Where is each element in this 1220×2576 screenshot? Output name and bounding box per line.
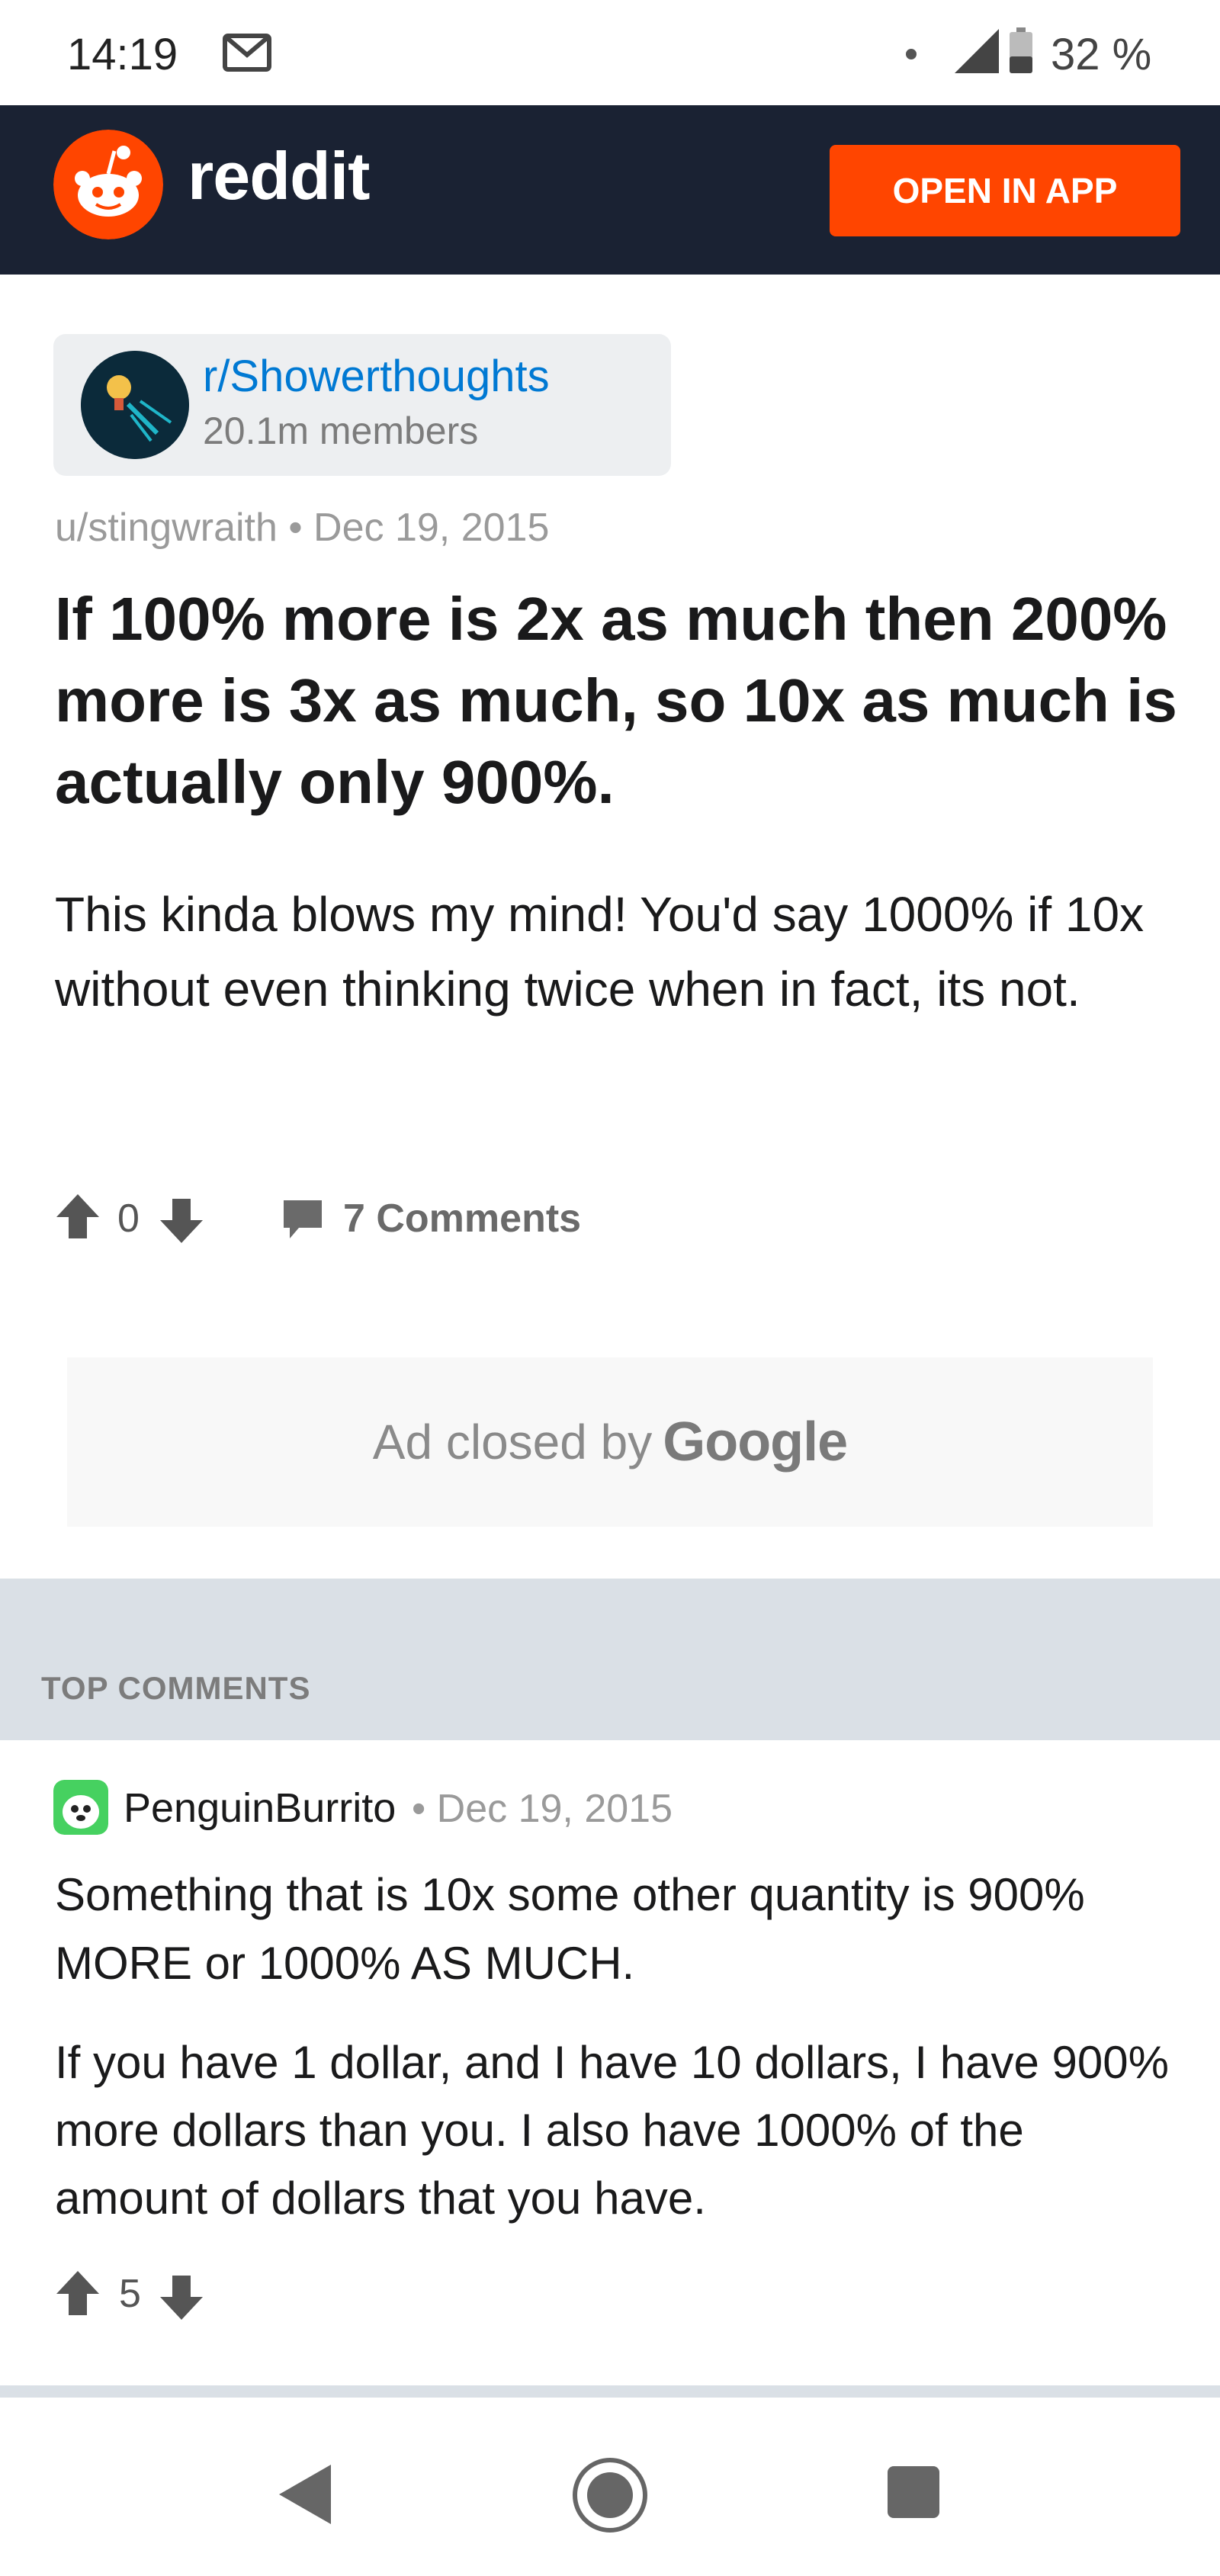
gmail-icon (223, 34, 271, 72)
comments-count[interactable]: 7 Comments (343, 1196, 581, 1241)
section-divider (0, 2385, 1220, 2398)
upvote-icon[interactable] (55, 1193, 101, 1240)
ad-placeholder: Ad closed by Google (67, 1357, 1153, 1527)
post-actions: 0 7 Comments (55, 1190, 741, 1246)
home-icon[interactable] (570, 2456, 650, 2535)
top-comments-section (0, 1579, 1220, 1740)
ad-closed-text: Ad closed by (372, 1415, 653, 1469)
comment-date: Dec 19, 2015 (436, 1787, 673, 1831)
subreddit-icon (81, 351, 189, 459)
battery-icon (1010, 27, 1032, 73)
comment-paragraph: Something that is 10x some other quantit… (55, 1869, 1085, 1989)
post-author[interactable]: u/stingwraith (55, 506, 278, 550)
google-logo: Google (663, 1412, 848, 1473)
reddit-wordmark[interactable]: reddit (188, 137, 370, 215)
back-icon[interactable] (274, 2460, 336, 2529)
comment-author[interactable]: PenguinBurrito (124, 1784, 396, 1832)
top-comments-heading: TOP COMMENTS (41, 1670, 311, 1706)
battery-percentage: 32 % (1051, 30, 1152, 79)
comment-actions: 5 (55, 2268, 360, 2321)
recents-icon[interactable] (886, 2465, 941, 2520)
comment-meta: • Dec 19, 2015 (412, 1786, 673, 1832)
status-bar: 14:19 32 % (0, 0, 1220, 105)
open-in-app-button[interactable]: OPEN IN APP (830, 145, 1180, 236)
reddit-logo-icon[interactable] (53, 130, 163, 239)
meta-separator: • (412, 1787, 426, 1831)
post-body: This kinda blows my mind! You'd say 1000… (55, 887, 1145, 1017)
post-date: Dec 19, 2015 (313, 506, 550, 550)
post-vote-count: 0 (117, 1196, 140, 1241)
post-title: If 100% more is 2x as much then 200% mor… (55, 585, 1177, 816)
meta-separator: • (288, 506, 303, 550)
subreddit-members: 20.1m members (203, 410, 479, 452)
signal-icon (955, 29, 999, 73)
upvote-icon[interactable] (55, 2269, 101, 2317)
downvote-icon[interactable] (159, 2274, 204, 2321)
comment-paragraph: If you have 1 dollar, and I have 10 doll… (55, 2037, 1169, 2224)
avatar[interactable] (53, 1780, 108, 1835)
subreddit-card[interactable]: r/Showerthoughts 20.1m members (53, 334, 671, 476)
comment-vote-count: 5 (119, 2272, 141, 2316)
status-time: 14:19 (67, 30, 178, 79)
dot-icon (906, 49, 917, 59)
comment-icon[interactable] (281, 1197, 325, 1241)
downvote-icon[interactable] (159, 1197, 204, 1245)
subreddit-name[interactable]: r/Showerthoughts (203, 351, 550, 402)
post-meta: u/stingwraith • Dec 19, 2015 (55, 505, 549, 551)
